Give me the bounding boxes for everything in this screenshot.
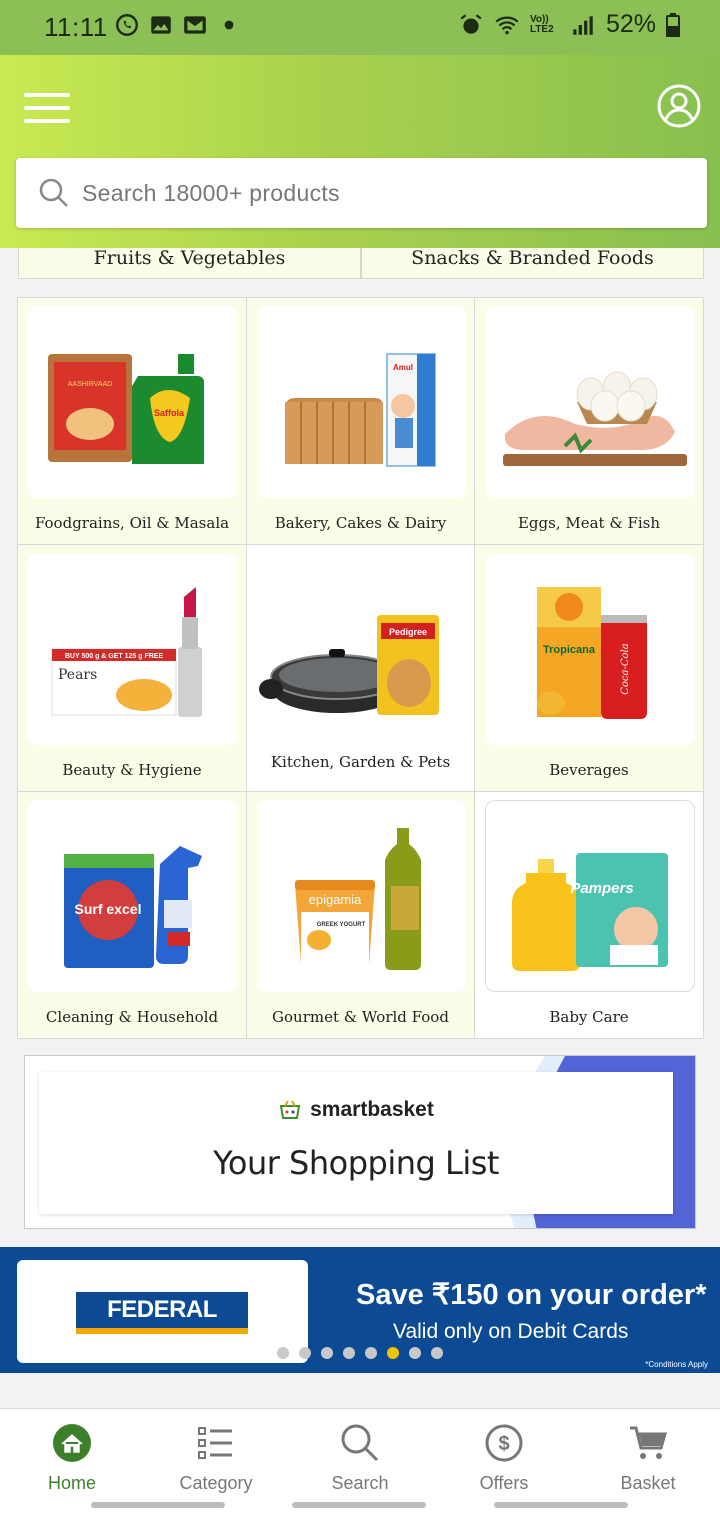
category-tile-baby-care[interactable]: Pampers Baby Care xyxy=(475,792,704,1039)
category-label: Kitchen, Garden & Pets xyxy=(270,753,451,771)
gesture-bar-left xyxy=(91,1502,225,1508)
home-icon xyxy=(53,1424,91,1462)
search-icon xyxy=(39,178,68,207)
alarm-icon xyxy=(460,13,482,34)
category-tile-beauty[interactable]: BUY 500 g & GET 125 g FREE Pears Beauty … xyxy=(18,545,247,792)
beverages-image: Tropicana Coca-Cola xyxy=(485,553,695,745)
battery-icon xyxy=(666,12,680,37)
gmail-icon xyxy=(184,16,206,34)
federal-bank-logo: FEDERAL BANK xyxy=(76,1292,248,1359)
carousel-dot-active[interactable] xyxy=(387,1347,399,1359)
beauty-hygiene-image: BUY 500 g & GET 125 g FREE Pears xyxy=(28,553,238,745)
dot-icon xyxy=(224,20,234,30)
carousel-dot[interactable] xyxy=(431,1347,443,1359)
category-label: Foodgrains, Oil & Masala xyxy=(34,514,230,532)
basket-logo-icon xyxy=(279,1100,301,1119)
bakery-image: Amul xyxy=(257,306,466,498)
category-label: Baby Care xyxy=(549,1008,629,1026)
search-icon xyxy=(341,1424,379,1462)
nav-label: Search xyxy=(331,1473,389,1493)
offer-fine-print: *Conditions Apply xyxy=(645,1360,708,1369)
pears-text: Pears xyxy=(58,667,97,683)
category-grid: AASHIRVAAD Saffola Foodgrains, Oil & Mas… xyxy=(17,297,704,1039)
wifi-icon xyxy=(495,16,519,34)
category-label: Eggs, Meat & Fish xyxy=(517,514,661,532)
cocacola-text: Coca-Cola xyxy=(620,643,631,694)
pedigree-text: Pedigree xyxy=(389,627,427,637)
shopping-list-title: Your Shopping List xyxy=(213,1144,499,1182)
app-header: Search 18000+ products xyxy=(0,55,720,248)
bank-name: FEDERAL BANK xyxy=(107,1296,217,1359)
pears-offer-text: BUY 500 g & GET 125 g FREE xyxy=(65,653,164,660)
category-tile-gourmet[interactable]: epigamia GREEK YOGURT Gourmet & World Fo… xyxy=(247,792,475,1039)
tab-snacks-branded[interactable]: Snacks & Branded Foods xyxy=(361,248,704,279)
signal-icon xyxy=(573,15,593,35)
amul-text: Amul xyxy=(393,363,413,372)
cleaning-household-image: Surf excel xyxy=(28,800,238,992)
offers-icon: $ xyxy=(485,1424,523,1462)
saffola-text: Saffola xyxy=(154,408,185,418)
offer-headline: Save ₹150 on your order* xyxy=(356,1279,707,1311)
category-label: Beverages xyxy=(549,761,629,779)
category-label: Bakery, Cakes & Dairy xyxy=(274,514,447,532)
profile-icon[interactable] xyxy=(656,83,702,129)
pampers-text: Pampers xyxy=(570,880,633,897)
carousel-dot[interactable] xyxy=(365,1347,377,1359)
category-label: Beauty & Hygiene xyxy=(62,761,202,779)
shopping-list-banner[interactable]: smartbasket Your Shopping List xyxy=(24,1055,696,1229)
kitchen-garden-pets-image: Pedigree xyxy=(257,553,466,745)
tab-fruits-vegetables[interactable]: Fruits & Vegetables xyxy=(18,248,361,279)
eggs-meat-fish-image xyxy=(485,306,695,498)
category-tile-cleaning[interactable]: Surf excel Cleaning & Household xyxy=(18,792,247,1039)
smartbasket-brand: smartbasket xyxy=(310,1098,434,1121)
baby-care-image: Pampers xyxy=(485,800,695,992)
search-input[interactable]: Search 18000+ products xyxy=(16,158,707,228)
greek-yogurt-text: GREEK YOGURT xyxy=(317,922,366,928)
hamburger-menu-icon[interactable] xyxy=(24,93,70,123)
tropicana-text: Tropicana xyxy=(543,644,596,656)
gourmet-world-food-image: epigamia GREEK YOGURT xyxy=(257,800,466,992)
status-bar: 11:11 Vo)) LTE2 52% xyxy=(0,0,720,55)
cart-icon xyxy=(630,1426,667,1459)
bank-logo-card: FEDERAL BANK xyxy=(17,1260,308,1363)
status-time: 11:11 xyxy=(44,12,108,42)
category-tile-beverages[interactable]: Tropicana Coca-Cola Beverages xyxy=(475,545,704,792)
nav-label: Home xyxy=(47,1473,96,1493)
whatsapp-icon xyxy=(116,14,138,36)
shopping-list-card: smartbasket Your Shopping List xyxy=(39,1072,673,1214)
epigamia-text: epigamia xyxy=(309,892,363,907)
category-tile-bakery[interactable]: Amul Bakery, Cakes & Dairy xyxy=(247,298,475,545)
foodgrains-image: AASHIRVAAD Saffola xyxy=(28,306,238,498)
list-icon xyxy=(198,1427,232,1459)
nav-label: Offers xyxy=(479,1473,529,1493)
surf-text: Surf excel xyxy=(75,901,142,917)
category-tabs: Fruits & Vegetables Snacks & Branded Foo… xyxy=(18,248,704,279)
federal-bank-offer-banner[interactable]: FEDERAL BANK Save ₹150 on your order* Va… xyxy=(0,1247,720,1373)
carousel-dot[interactable] xyxy=(299,1347,311,1359)
carousel-dot[interactable] xyxy=(343,1347,355,1359)
smartbasket-logo: smartbasket xyxy=(39,1098,673,1122)
gesture-bar-center xyxy=(292,1502,426,1508)
search-placeholder: Search 18000+ products xyxy=(82,179,340,206)
carousel-dot[interactable] xyxy=(409,1347,421,1359)
category-tile-eggs-meat-fish[interactable]: Eggs, Meat & Fish xyxy=(475,298,704,545)
nav-label: Basket xyxy=(620,1473,676,1493)
category-tile-kitchen-garden-pets[interactable]: Pedigree Kitchen, Garden & Pets xyxy=(247,545,475,792)
svg-text:$: $ xyxy=(498,1433,509,1455)
network-label: Vo)) LTE2 xyxy=(529,13,554,35)
nav-label: Category xyxy=(179,1473,253,1493)
category-label: Cleaning & Household xyxy=(45,1008,219,1026)
carousel-dot[interactable] xyxy=(277,1347,289,1359)
category-label: Gourmet & World Food xyxy=(272,1008,449,1026)
system-icons: Vo)) LTE2 52% xyxy=(458,10,680,39)
battery-percent: 52% xyxy=(605,10,656,38)
image-icon xyxy=(151,16,171,34)
notification-icons xyxy=(114,12,242,38)
carousel-dots xyxy=(277,1347,443,1359)
gesture-bar-right xyxy=(494,1502,628,1508)
carousel-dot[interactable] xyxy=(321,1347,333,1359)
aashirvaad-text: AASHIRVAAD xyxy=(68,381,112,388)
category-tile-foodgrains[interactable]: AASHIRVAAD Saffola Foodgrains, Oil & Mas… xyxy=(18,298,247,545)
offer-subtext: Valid only on Debit Cards xyxy=(393,1320,629,1343)
